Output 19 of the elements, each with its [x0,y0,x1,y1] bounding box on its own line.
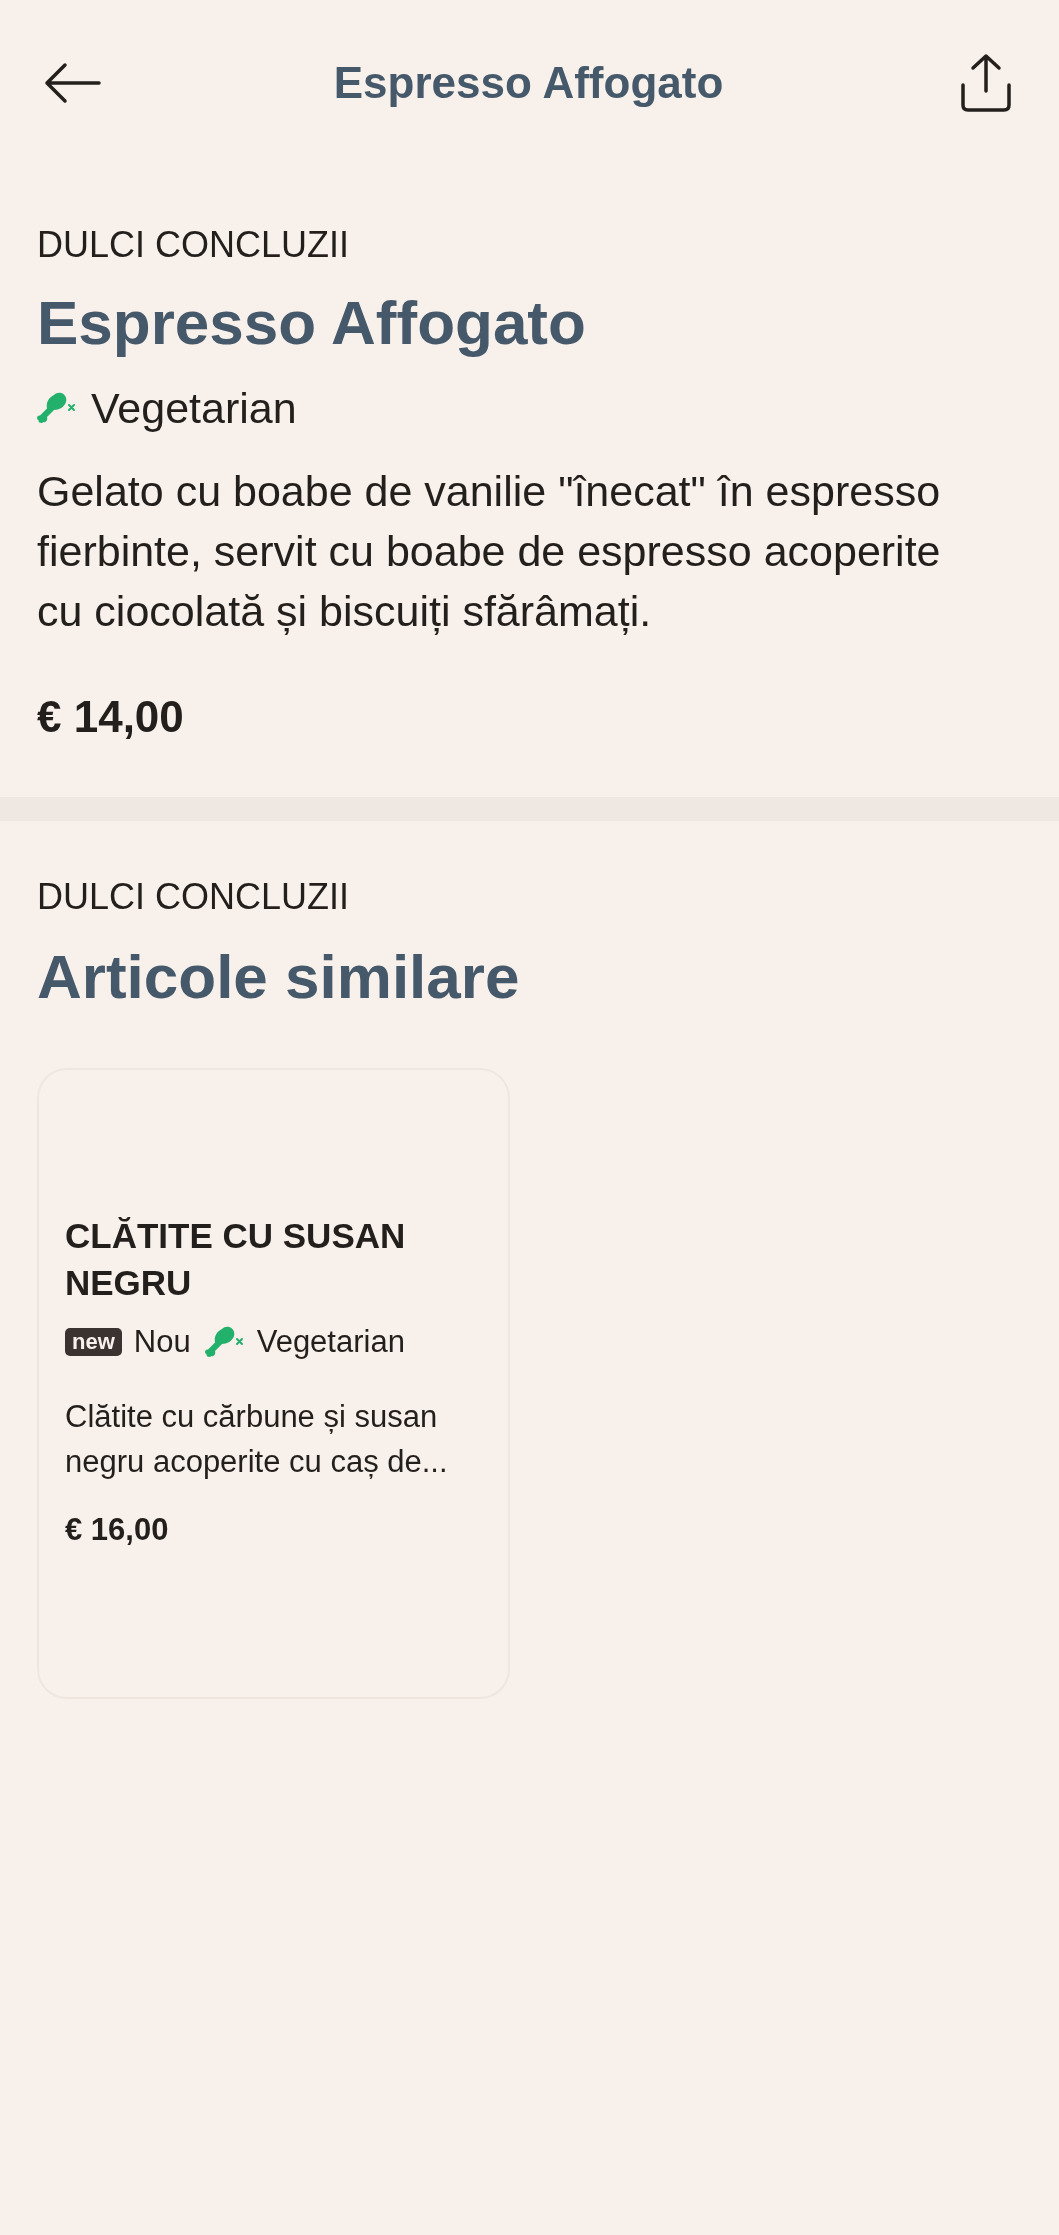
tag-label: Vegetarian [256,1323,405,1361]
category-label: DULCI CONCLUZII [37,223,351,267]
tag-label: Nou [133,1323,191,1361]
back-button[interactable] [42,61,102,105]
tag-label: Vegetarian [91,383,297,433]
crossed-drumstick-icon [204,1325,245,1359]
card-price: € 16,00 [65,1511,170,1549]
crossed-drumstick-icon [37,391,77,425]
back-arrow-icon [43,62,101,104]
new-badge: new [65,1328,122,1356]
product-card[interactable]: CLĂTITE CU SUSAN NEGRU new Nou Vegetarian Clătite cu cărbune și susan negru acoperite cu caș de... € 16,00 [37,1068,510,1699]
category-label: DULCI CONCLUZII [37,875,351,919]
card-description: Clătite cu cărbune și susan negru acoperite cu caș de... [65,1398,449,1481]
section-title: Articole similare [37,941,521,1013]
header-title: Espresso Affogato [333,57,724,109]
product-title: Espresso Affogato [37,287,587,359]
card-title: CLĂTITE CU SUSAN NEGRU [65,1215,407,1304]
product-price: € 14,00 [37,691,185,743]
product-description: Gelato cu boabe de vanilie "înecat" în espresso fierbinte, servit cu boabe de espresso acoperite cu ciocolată și biscuiți sfărâmați. [37,466,942,637]
